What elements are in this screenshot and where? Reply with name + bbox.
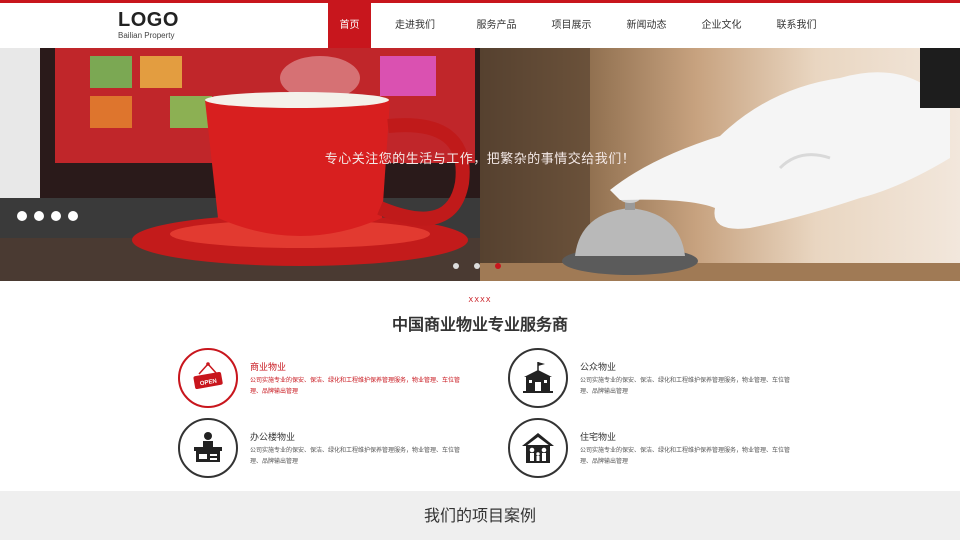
carousel-dot[interactable]	[34, 211, 44, 221]
hero-banner[interactable]: 专心关注您的生活与工作，把繁杂的事情交给我们！	[0, 48, 960, 281]
nav-item-home[interactable]: 首页	[328, 3, 371, 48]
nav-item-projects[interactable]: 项目展示	[534, 3, 609, 48]
service-description: 公司实施专业的保安、保洁、绿化和工程维护保养管理服务，物业管理、车位管理、品牌输…	[250, 377, 461, 395]
service-description: 公司实施专业的保安、保洁、绿化和工程维护保养管理服务，物业管理、车位管理、品牌输…	[580, 377, 791, 395]
projects-title: 我们的项目案例	[423, 506, 536, 525]
carousel-dot[interactable]	[68, 211, 78, 221]
service-commercial[interactable]: OPEN 商业物业 公司实施专业的保安、保洁、绿化和工程维护保养管理服务，物业管…	[178, 348, 478, 410]
logo[interactable]: LOGO Bailian Property	[118, 9, 179, 41]
service-icon-circle	[508, 418, 568, 478]
family-home-icon	[522, 433, 554, 463]
nav-item-contact[interactable]: 联系我们	[759, 3, 834, 48]
nav-item-services[interactable]: 服务产品	[459, 3, 534, 48]
service-public[interactable]: 公众物业 公司实施专业的保安、保洁、绿化和工程维护保养管理服务，物业管理、车位管…	[508, 348, 808, 410]
logo-subtitle: Bailian Property	[118, 31, 175, 40]
service-title: 公众物业	[580, 363, 617, 373]
service-icon-circle: OPEN	[178, 348, 238, 408]
service-icon-circle	[178, 418, 238, 478]
carousel-dot[interactable]	[51, 211, 61, 221]
carousel-dot-active[interactable]	[495, 263, 501, 269]
service-description: 公司实施专业的保安、保洁、绿化和工程维护保养管理服务，物业管理、车位管理、品牌输…	[250, 447, 461, 465]
main-nav: 首页 走进我们 服务产品 项目展示 新闻动态 企业文化 联系我们	[328, 3, 834, 48]
projects-section: 我们的项目案例	[0, 491, 960, 540]
carousel-dot[interactable]	[453, 263, 459, 269]
service-office[interactable]: 办公楼物业 公司实施专业的保安、保洁、绿化和工程维护保养管理服务，物业管理、车位…	[178, 418, 478, 480]
office-desk-icon	[194, 432, 222, 462]
service-title: 商业物业	[250, 363, 287, 373]
carousel-dot[interactable]	[17, 211, 27, 221]
nav-item-culture[interactable]: 企业文化	[684, 3, 759, 48]
services-title: 中国商业物业专业服务商	[391, 315, 568, 334]
section-tag: XXXX	[468, 296, 492, 304]
left-carousel-dots	[17, 211, 78, 221]
open-sign-icon: OPEN	[193, 362, 223, 390]
banner-caption: 专心关注您的生活与工作，把繁杂的事情交给我们！	[324, 152, 636, 167]
service-description: 公司实施专业的保安、保洁、绿化和工程维护保养管理服务，物业管理、车位管理、品牌输…	[580, 447, 791, 465]
nav-item-news[interactable]: 新闻动态	[609, 3, 684, 48]
nav-item-about[interactable]: 走进我们	[371, 3, 459, 48]
site-header: LOGO Bailian Property 首页 走进我们 服务产品 项目展示 …	[0, 3, 960, 48]
service-title: 办公楼物业	[250, 433, 296, 443]
right-carousel-dots	[453, 263, 501, 269]
service-icon-circle	[508, 348, 568, 408]
service-residential[interactable]: 住宅物业 公司实施专业的保安、保洁、绿化和工程维护保养管理服务，物业管理、车位管…	[508, 418, 808, 480]
logo-text: LOGO	[118, 9, 179, 31]
service-title: 住宅物业	[580, 433, 617, 443]
public-building-icon	[523, 362, 553, 393]
carousel-dot[interactable]	[474, 263, 480, 269]
